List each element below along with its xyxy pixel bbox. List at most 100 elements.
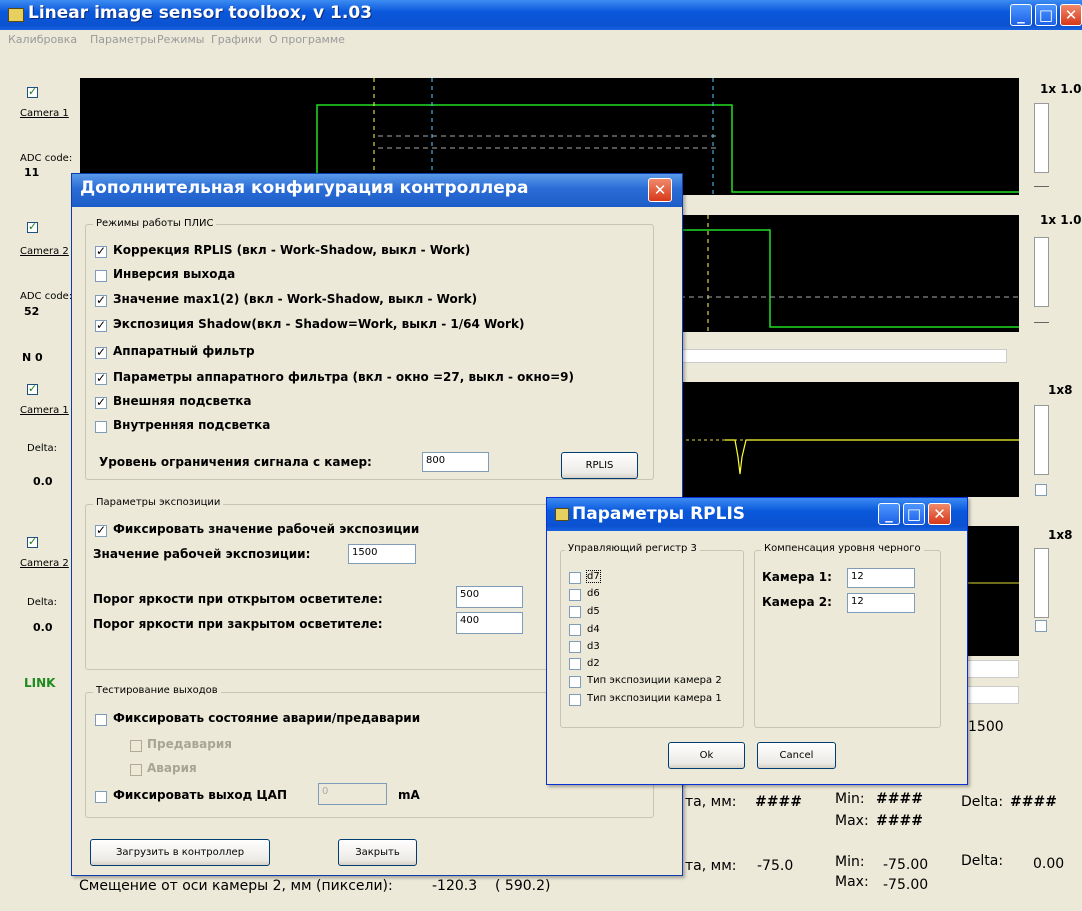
menu-modes[interactable]: Режимы bbox=[157, 33, 204, 46]
result2-max-value: -75.00 bbox=[883, 877, 929, 893]
minimize-icon: _ bbox=[1017, 6, 1025, 24]
dac-input[interactable]: 0 bbox=[318, 783, 387, 805]
camera2-checkbox[interactable] bbox=[27, 220, 38, 233]
fix-exposure-checkbox[interactable] bbox=[95, 523, 107, 537]
minimize-icon: _ bbox=[885, 505, 893, 523]
signal-limit-input[interactable]: 800 bbox=[422, 452, 489, 472]
menu-calibration[interactable]: Калибровка bbox=[8, 33, 77, 46]
closed-threshold-label: Порог яркости при закрытом осветителе: bbox=[93, 617, 383, 631]
black-camera2-label: Камера 2: bbox=[762, 595, 832, 609]
app-title: Linear image sensor toolbox, v 1.03 bbox=[28, 3, 372, 23]
result1-delta-value: #### bbox=[1010, 794, 1057, 810]
rplis-dialog-title-bar[interactable]: Параметры RPLIS _ □ ✕ bbox=[547, 498, 967, 531]
rplis-minimize-button[interactable]: _ bbox=[878, 503, 900, 525]
bit-d7-label: d7 bbox=[586, 570, 601, 583]
menu-parameters[interactable]: Параметры bbox=[90, 33, 156, 46]
fix-dac-checkbox[interactable] bbox=[95, 791, 107, 803]
rplis-ok-button[interactable]: Ok bbox=[668, 742, 745, 769]
load-to-controller-button[interactable]: Загрузить в контроллер bbox=[90, 839, 270, 866]
adc1-label: ADC code: bbox=[20, 153, 73, 164]
result2-max-label: Max: bbox=[835, 874, 869, 890]
camera2-link[interactable]: Camera 2 bbox=[20, 246, 69, 257]
gain-slider-2[interactable] bbox=[1034, 237, 1049, 307]
option-shadow-checkbox[interactable] bbox=[95, 318, 107, 332]
option-max-checkbox[interactable] bbox=[95, 293, 107, 307]
prealarm-checkbox[interactable] bbox=[130, 740, 142, 752]
black-camera1-label: Камера 1: bbox=[762, 570, 832, 584]
gain-slider-4[interactable] bbox=[1034, 548, 1049, 618]
result1-delta-label: Delta: bbox=[961, 794, 1004, 810]
maximize-button[interactable]: □ bbox=[1035, 4, 1057, 26]
option-filter-params-checkbox[interactable] bbox=[95, 371, 107, 385]
alarm-label: Авария bbox=[147, 761, 197, 775]
work-exposure-readout: 1500 bbox=[968, 719, 1004, 735]
close-config-button[interactable]: Закрыть bbox=[338, 839, 417, 866]
info-box-1 bbox=[963, 660, 1019, 678]
menu-about[interactable]: О программе bbox=[269, 33, 345, 46]
closed-threshold-input[interactable]: 400 bbox=[456, 612, 523, 634]
scale4-checkbox[interactable] bbox=[1035, 620, 1047, 632]
bit-d7-checkbox[interactable] bbox=[569, 572, 581, 584]
camera1b-checkbox[interactable] bbox=[27, 382, 38, 395]
link-status: LINK bbox=[24, 676, 56, 690]
work-exposure-label: Значение рабочей экспозиции: bbox=[93, 547, 311, 561]
bit-d2-checkbox[interactable] bbox=[569, 658, 581, 670]
n-counter: N 0 bbox=[22, 351, 43, 364]
alarm-checkbox[interactable] bbox=[130, 764, 142, 776]
option-internal-light-checkbox[interactable] bbox=[95, 421, 107, 433]
menu-charts[interactable]: Графики bbox=[211, 33, 262, 46]
camera2-delta-plot bbox=[963, 526, 1019, 656]
scale3-checkbox[interactable] bbox=[1035, 484, 1047, 496]
result2-label: та, мм: bbox=[685, 858, 737, 874]
gain-slider-1[interactable] bbox=[1034, 103, 1049, 173]
fix-alarm-checkbox[interactable] bbox=[95, 714, 107, 726]
exposure-type-cam1-checkbox[interactable] bbox=[569, 694, 581, 706]
minimize-button[interactable]: _ bbox=[1010, 4, 1032, 26]
result1-label: та, мм: bbox=[685, 794, 737, 810]
exposure-type-cam2-checkbox[interactable] bbox=[569, 676, 581, 688]
rplis-dialog: Параметры RPLIS _ □ ✕ Управляющий регист… bbox=[546, 497, 968, 785]
config-close-button[interactable]: ✕ bbox=[648, 178, 672, 202]
bit-d4-checkbox[interactable] bbox=[569, 624, 581, 636]
adc2-value: 52 bbox=[24, 305, 40, 318]
option-hw-filter-checkbox[interactable] bbox=[95, 345, 107, 359]
result2-delta-value: 0.00 bbox=[1033, 856, 1065, 872]
rplis-cancel-button[interactable]: Cancel bbox=[757, 742, 836, 769]
option-inversion-checkbox[interactable] bbox=[95, 270, 107, 282]
output-test-title: Тестирование выходов bbox=[93, 685, 221, 696]
black-camera2-input[interactable]: 12 bbox=[847, 593, 915, 613]
progress-bar bbox=[681, 349, 1007, 363]
option-external-light-checkbox[interactable] bbox=[95, 395, 107, 409]
close-button[interactable]: ✕ bbox=[1060, 4, 1082, 26]
bit-d5-label: d5 bbox=[587, 606, 600, 617]
scale-label-2: 1x 1.0 bbox=[1040, 213, 1082, 227]
bit-d3-checkbox[interactable] bbox=[569, 641, 581, 653]
work-exposure-input[interactable]: 1500 bbox=[348, 544, 416, 564]
camera2b-checkbox[interactable] bbox=[27, 535, 38, 548]
open-threshold-input[interactable]: 500 bbox=[456, 586, 523, 608]
rplis-close-button[interactable]: ✕ bbox=[928, 503, 951, 525]
camera1b-link[interactable]: Camera 1 bbox=[20, 405, 69, 416]
camera2b-link[interactable]: Camera 2 bbox=[20, 558, 69, 569]
bit-d6-checkbox[interactable] bbox=[569, 589, 581, 601]
black-camera1-input[interactable]: 12 bbox=[847, 568, 915, 588]
result1-min-label: Min: bbox=[835, 791, 865, 807]
config-dialog-title-bar[interactable]: Дополнительная конфигурация контроллера … bbox=[72, 174, 682, 207]
option-rplis-correction-checkbox[interactable] bbox=[95, 244, 107, 258]
gain-slider-3[interactable] bbox=[1034, 405, 1049, 475]
rplis-maximize-button[interactable]: □ bbox=[903, 503, 925, 525]
rplis-button[interactable]: RPLIS bbox=[561, 452, 638, 479]
scale-label-4: 1x8 bbox=[1048, 528, 1073, 542]
camera2-offset-pixels: ( 590.2) bbox=[495, 878, 551, 894]
camera1-checkbox[interactable] bbox=[27, 85, 38, 98]
camera2-offset-value: -120.3 bbox=[432, 878, 478, 894]
option-inversion-label: Инверсия выхода bbox=[113, 267, 236, 281]
camera1-link[interactable]: Camera 1 bbox=[20, 108, 69, 119]
close-icon: ✕ bbox=[653, 181, 667, 199]
bit-d5-checkbox[interactable] bbox=[569, 606, 581, 618]
app-icon bbox=[8, 8, 24, 22]
config-dialog-title: Дополнительная конфигурация контроллера bbox=[80, 178, 529, 198]
main-title-bar[interactable]: Linear image sensor toolbox, v 1.03 _ □ … bbox=[0, 0, 1082, 30]
info-box-2 bbox=[963, 686, 1019, 704]
bit-d3-label: d3 bbox=[587, 641, 600, 652]
